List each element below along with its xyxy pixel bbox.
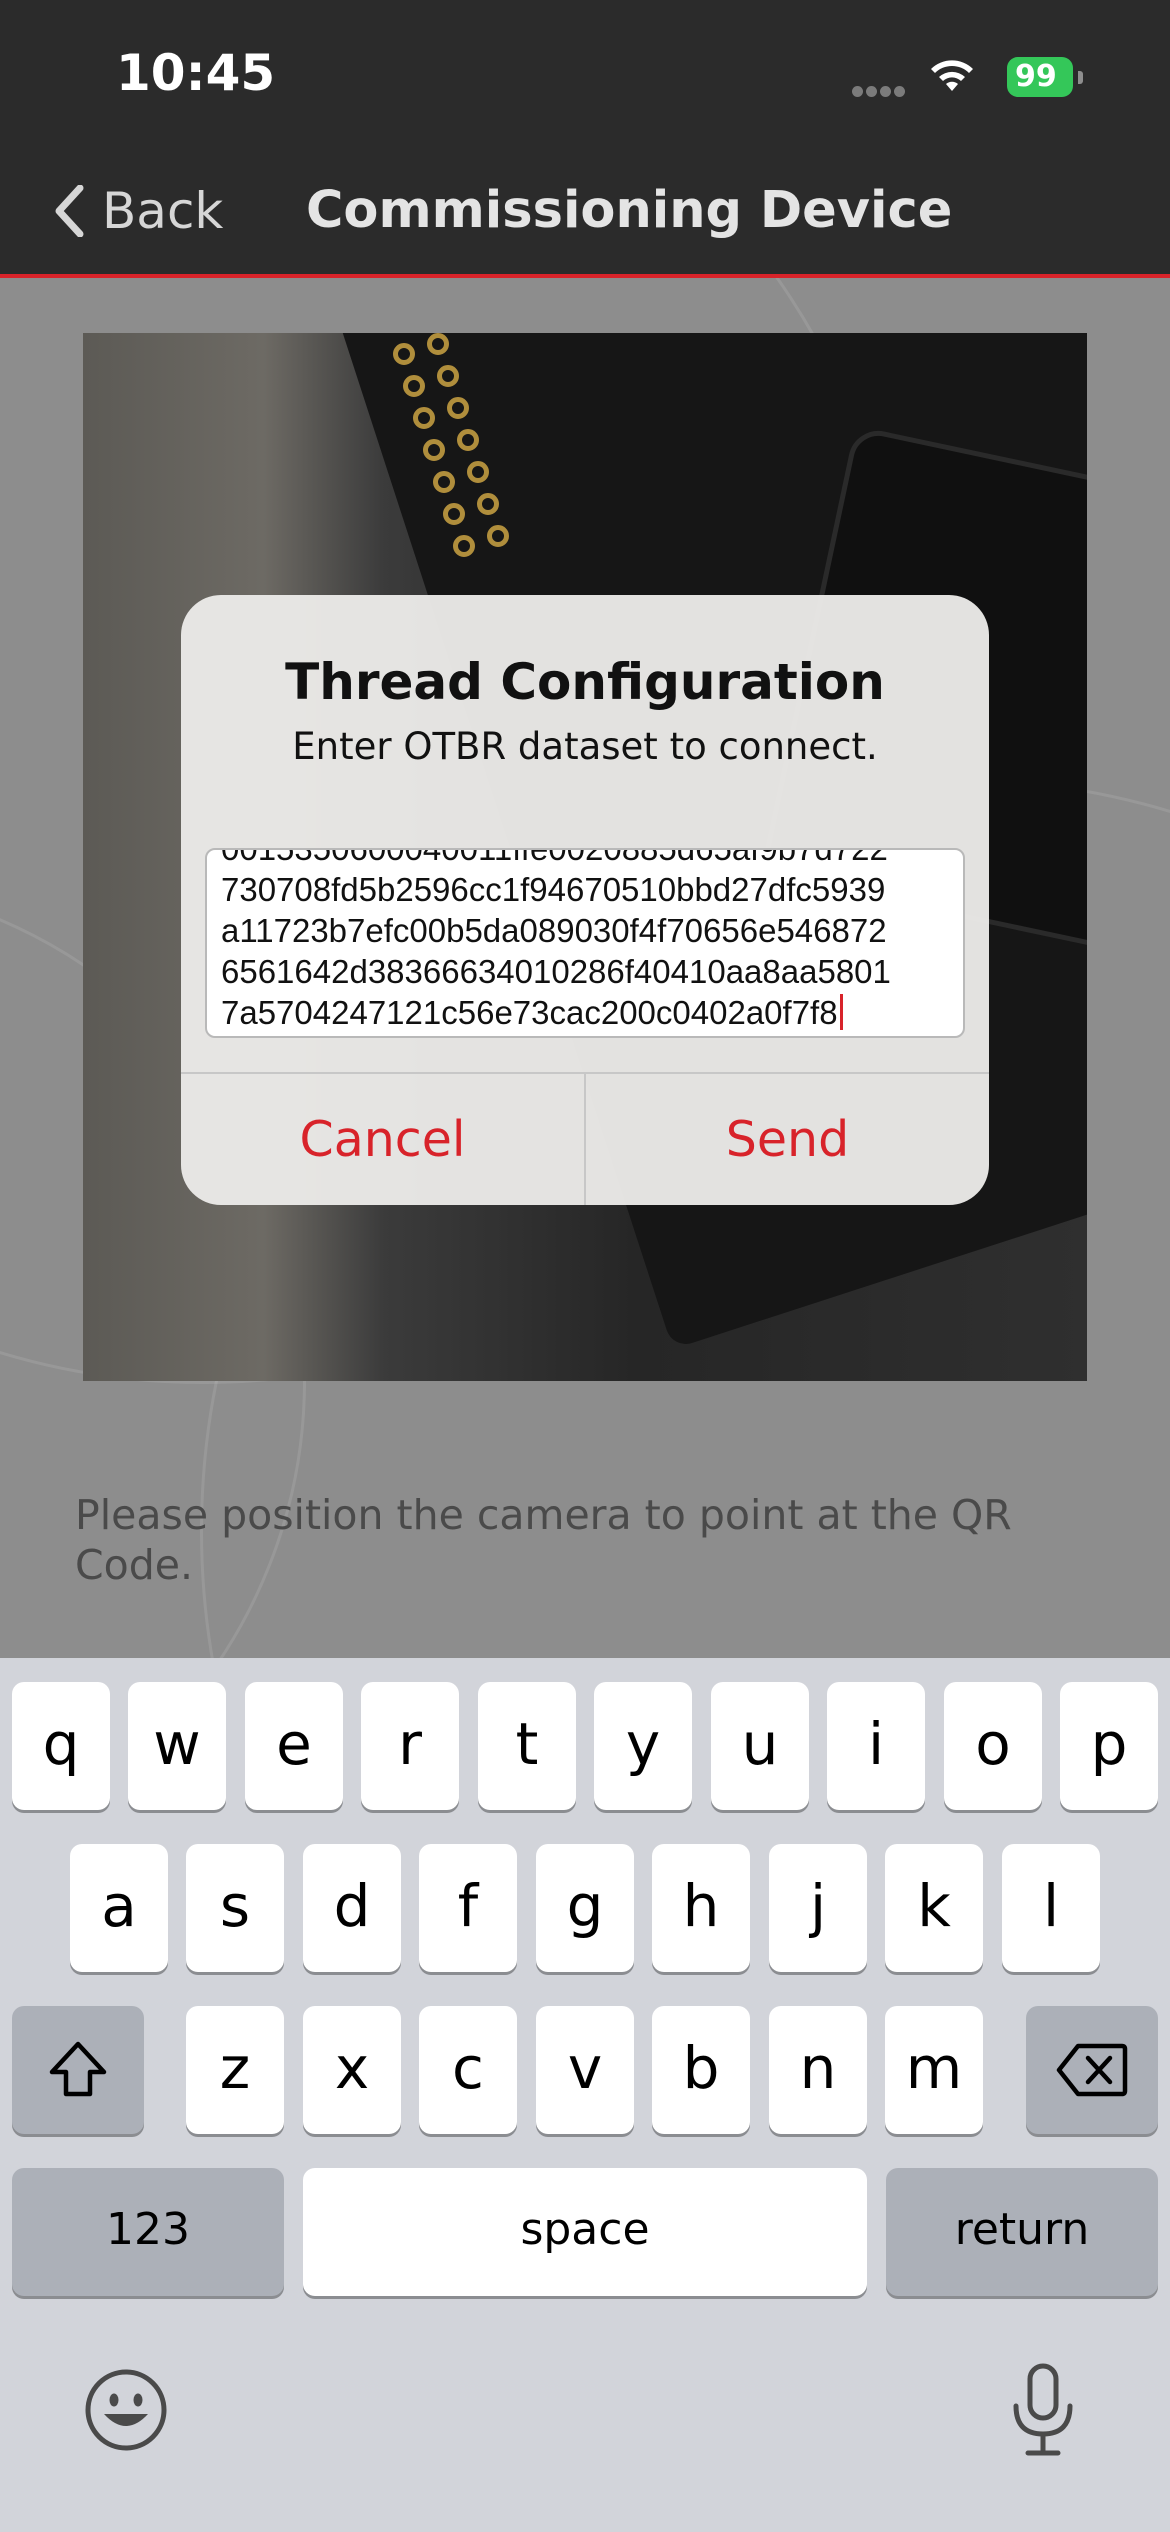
cellular-signal-icon [852, 84, 908, 102]
back-button[interactable]: Back [54, 176, 223, 246]
numbers-key[interactable]: 123 [12, 2168, 284, 2296]
cancel-button[interactable]: Cancel [181, 1074, 584, 1205]
chevron-left-icon [55, 185, 84, 237]
key-i[interactable]: i [827, 1682, 925, 1810]
shift-key[interactable] [12, 2006, 144, 2134]
text-cursor [839, 994, 843, 1030]
send-button[interactable]: Send [586, 1074, 989, 1205]
emoji-icon[interactable] [84, 2368, 168, 2452]
status-bar: 10:45 99 [0, 0, 1170, 150]
back-label: Back [102, 182, 224, 240]
microphone-icon[interactable] [1008, 2362, 1078, 2458]
dataset-line-last: 7a5704247121c56e73cac200c0402a0f7f8 [221, 992, 891, 1033]
key-q[interactable]: q [12, 1682, 110, 1810]
key-u[interactable]: u [711, 1682, 809, 1810]
key-m[interactable]: m [885, 2006, 983, 2134]
space-key[interactable]: space [303, 2168, 867, 2296]
key-r[interactable]: r [361, 1682, 459, 1810]
return-key[interactable]: return [886, 2168, 1158, 2296]
camera-hint-text: Please position the camera to point at t… [75, 1491, 1012, 1589]
dataset-line: 6561642d38366634010286f40410aa8aa5801 [221, 953, 891, 990]
key-f[interactable]: f [419, 1844, 517, 1972]
key-b[interactable]: b [652, 2006, 750, 2134]
key-o[interactable]: o [944, 1682, 1042, 1810]
key-s[interactable]: s [186, 1844, 284, 1972]
keyboard: q w e r t y u i o p a s d f g h j k l z … [0, 1658, 1170, 2532]
key-d[interactable]: d [303, 1844, 401, 1972]
key-c[interactable]: c [419, 2006, 517, 2134]
key-a[interactable]: a [70, 1844, 168, 1972]
page-title: Commissioning Device [306, 181, 953, 240]
dataset-input[interactable]: 0015350600040011ffe0020885d65af9b7d722 7… [205, 848, 965, 1038]
key-p[interactable]: p [1060, 1682, 1158, 1810]
delete-key[interactable] [1026, 2006, 1158, 2134]
key-t[interactable]: t [478, 1682, 576, 1810]
dataset-line: a11723b7efc00b5da089030f4f70656e546872 [221, 912, 887, 949]
key-e[interactable]: e [245, 1682, 343, 1810]
delete-icon [1056, 2043, 1128, 2097]
key-l[interactable]: l [1002, 1844, 1100, 1972]
key-y[interactable]: y [594, 1682, 692, 1810]
key-h[interactable]: h [652, 1844, 750, 1972]
dataset-line: 0015350600040011ffe0020885d65af9b7d722 [221, 848, 888, 867]
key-j[interactable]: j [769, 1844, 867, 1972]
key-w[interactable]: w [128, 1682, 226, 1810]
dataset-line: 730708fd5b2596cc1f94670510bbd27dfc5939 [221, 871, 886, 908]
dataset-text: 0015350600040011ffe0020885d65af9b7d722 7… [221, 848, 891, 1033]
wifi-icon [931, 60, 973, 91]
key-z[interactable]: z [186, 2006, 284, 2134]
thread-configuration-dialog: Thread Configuration Enter OTBR dataset … [181, 595, 989, 1205]
dataset-line: 7a5704247121c56e73cac200c0402a0f7f8 [221, 994, 838, 1031]
key-n[interactable]: n [769, 2006, 867, 2134]
status-time: 10:45 [116, 44, 276, 102]
key-v[interactable]: v [536, 2006, 634, 2134]
navigation-bar: Back Commissioning Device [0, 150, 1170, 278]
key-g[interactable]: g [536, 1844, 634, 1972]
battery-icon: 99 [1007, 57, 1073, 97]
key-k[interactable]: k [885, 1844, 983, 1972]
key-x[interactable]: x [303, 2006, 401, 2134]
battery-tip [1078, 71, 1083, 84]
shift-icon [49, 2041, 107, 2097]
dialog-title: Thread Configuration [285, 653, 885, 711]
dialog-message: Enter OTBR dataset to connect. [292, 725, 878, 768]
